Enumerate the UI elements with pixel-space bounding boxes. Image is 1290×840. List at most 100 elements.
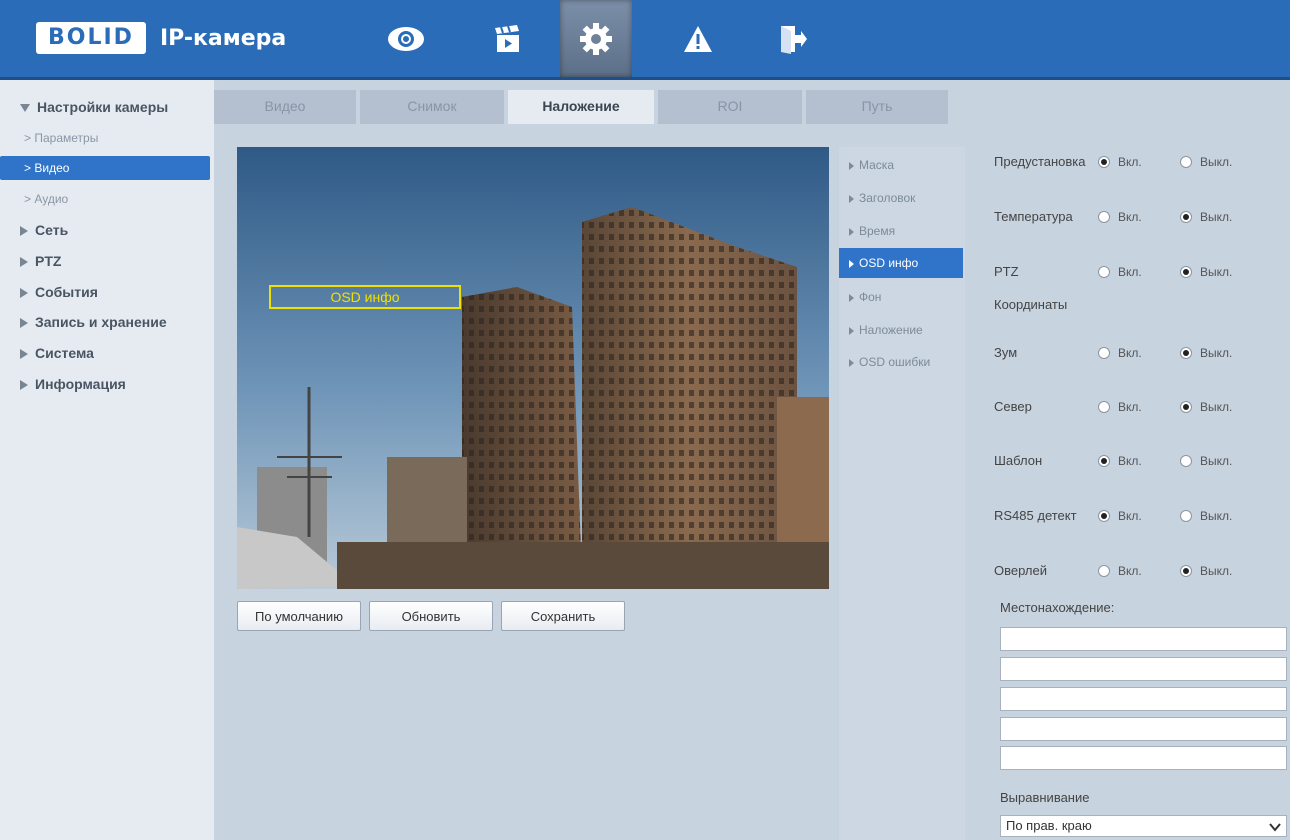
submenu-item-osd-errors[interactable]: OSD ошибки — [839, 347, 963, 377]
radio-dot — [1098, 211, 1110, 223]
radio-dot — [1098, 455, 1110, 467]
chevron-right-icon: > — [24, 192, 32, 206]
tab-roi[interactable]: ROI — [658, 90, 802, 124]
tab-overlay[interactable]: Наложение — [508, 90, 654, 124]
overlay-on-radio[interactable]: Вкл. — [1098, 564, 1142, 578]
radio-dot — [1180, 401, 1192, 413]
setting-label-overlay: Оверлей — [994, 563, 1047, 578]
template-on-radio[interactable]: Вкл. — [1098, 454, 1142, 468]
caret-right-icon — [20, 226, 28, 237]
zoom-on-radio[interactable]: Вкл. — [1098, 346, 1142, 360]
sidebar-group-camera-settings[interactable]: Настройки камеры — [20, 99, 168, 115]
preview-scene-image — [237, 147, 829, 589]
caret-right-icon — [20, 380, 28, 391]
save-button[interactable]: Сохранить — [501, 601, 625, 631]
radio-dot — [1098, 401, 1110, 413]
tab-snapshot[interactable]: Снимок — [360, 90, 504, 124]
preset-on-radio[interactable]: Вкл. — [1098, 155, 1142, 169]
osd-info-box[interactable]: OSD инфо — [269, 285, 461, 309]
rs485-detect-off-radio[interactable]: Выкл. — [1180, 509, 1232, 523]
ptz-coordinates-off-radio[interactable]: Выкл. — [1180, 265, 1232, 279]
chevron-right-icon: > — [24, 131, 32, 145]
rs485-detect-on-radio[interactable]: Вкл. — [1098, 509, 1142, 523]
setting-label-zoom: Зум — [994, 345, 1018, 360]
submenu-item-overlay[interactable]: Наложение — [839, 315, 963, 345]
tab-path[interactable]: Путь — [806, 90, 948, 124]
submenu-item-osd-info[interactable]: OSD инфо — [839, 248, 963, 278]
sidebar-group-network[interactable]: Сеть — [20, 222, 68, 238]
triangle-right-icon — [849, 358, 854, 367]
caret-right-icon — [20, 288, 28, 299]
logo: BOLID IP-камера — [36, 22, 286, 54]
radio-dot — [1180, 156, 1192, 168]
default-button[interactable]: По умолчанию — [237, 601, 361, 631]
alignment-select[interactable]: По прав. краю — [1000, 815, 1287, 837]
sidebar-item-audio[interactable]: > Аудио — [20, 187, 210, 211]
setting-label-temperature: Температура — [994, 209, 1073, 224]
live-view-eye-icon[interactable] — [370, 0, 442, 77]
submenu-item-time[interactable]: Время — [839, 216, 963, 246]
location-input-2[interactable] — [1000, 657, 1287, 681]
alarm-warning-icon[interactable] — [662, 0, 734, 77]
temperature-off-radio[interactable]: Выкл. — [1180, 210, 1232, 224]
refresh-button[interactable]: Обновить — [369, 601, 493, 631]
logo-mark: BOLID — [36, 22, 146, 54]
triangle-right-icon — [849, 293, 854, 302]
setting-label-north: Север — [994, 399, 1032, 414]
submenu-item-mask[interactable]: Маска — [839, 150, 963, 180]
settings-gear-icon[interactable] — [560, 0, 632, 77]
caret-down-icon — [20, 104, 30, 113]
radio-dot — [1098, 510, 1110, 522]
triangle-right-icon — [849, 227, 854, 236]
sidebar-group-ptz[interactable]: PTZ — [20, 253, 61, 269]
location-input-1[interactable] — [1000, 627, 1287, 651]
triangle-right-icon — [849, 161, 854, 170]
setting-label-rs485-detect: RS485 детект — [994, 508, 1077, 523]
radio-dot — [1180, 510, 1192, 522]
sidebar-group-storage[interactable]: Запись и хранение — [20, 314, 167, 330]
overlay-off-radio[interactable]: Выкл. — [1180, 564, 1232, 578]
caret-right-icon — [20, 349, 28, 360]
setting-label-ptz-coordinates: Координаты — [994, 297, 1068, 312]
ptz-coordinates-on-radio[interactable]: Вкл. — [1098, 265, 1142, 279]
location-input-4[interactable] — [1000, 717, 1287, 741]
temperature-on-radio[interactable]: Вкл. — [1098, 210, 1142, 224]
sidebar-item-video[interactable]: > Видео — [0, 156, 210, 180]
sidebar-group-system[interactable]: Система — [20, 345, 94, 361]
caret-right-icon — [20, 257, 28, 268]
radio-dot — [1180, 347, 1192, 359]
radio-dot — [1098, 156, 1110, 168]
radio-dot — [1098, 565, 1110, 577]
setting-label-template: Шаблон — [994, 453, 1043, 468]
triangle-right-icon — [849, 326, 854, 335]
setting-label-ptz: PTZ — [994, 264, 1019, 279]
sidebar-group-events[interactable]: События — [20, 284, 98, 300]
location-input-5[interactable] — [1000, 746, 1287, 770]
preset-off-radio[interactable]: Выкл. — [1180, 155, 1232, 169]
north-on-radio[interactable]: Вкл. — [1098, 400, 1142, 414]
north-off-radio[interactable]: Выкл. — [1180, 400, 1232, 414]
logout-icon[interactable] — [756, 0, 828, 77]
tab-video[interactable]: Видео — [214, 90, 356, 124]
camera-preview: OSD инфо — [237, 147, 829, 589]
playback-clapperboard-icon[interactable] — [472, 0, 544, 77]
chevron-down-icon — [1269, 819, 1281, 839]
radio-dot — [1180, 565, 1192, 577]
setting-label-preset: Предустановка — [994, 154, 1086, 169]
template-off-radio[interactable]: Выкл. — [1180, 454, 1232, 468]
chevron-right-icon: > — [24, 161, 32, 175]
sidebar-group-information[interactable]: Информация — [20, 376, 126, 392]
location-input-3[interactable] — [1000, 687, 1287, 711]
sidebar-item-parameters[interactable]: > Параметры — [20, 126, 210, 150]
triangle-right-icon — [849, 259, 854, 268]
radio-dot — [1180, 266, 1192, 278]
zoom-off-radio[interactable]: Выкл. — [1180, 346, 1232, 360]
location-label: Местонахождение: — [1000, 600, 1115, 615]
app-title: IP-камера — [159, 25, 287, 51]
radio-dot — [1180, 211, 1192, 223]
alignment-label: Выравнивание — [1000, 790, 1090, 805]
submenu-item-title[interactable]: Заголовок — [839, 183, 963, 213]
submenu-item-background[interactable]: Фон — [839, 282, 963, 312]
radio-dot — [1098, 347, 1110, 359]
triangle-right-icon — [849, 194, 854, 203]
